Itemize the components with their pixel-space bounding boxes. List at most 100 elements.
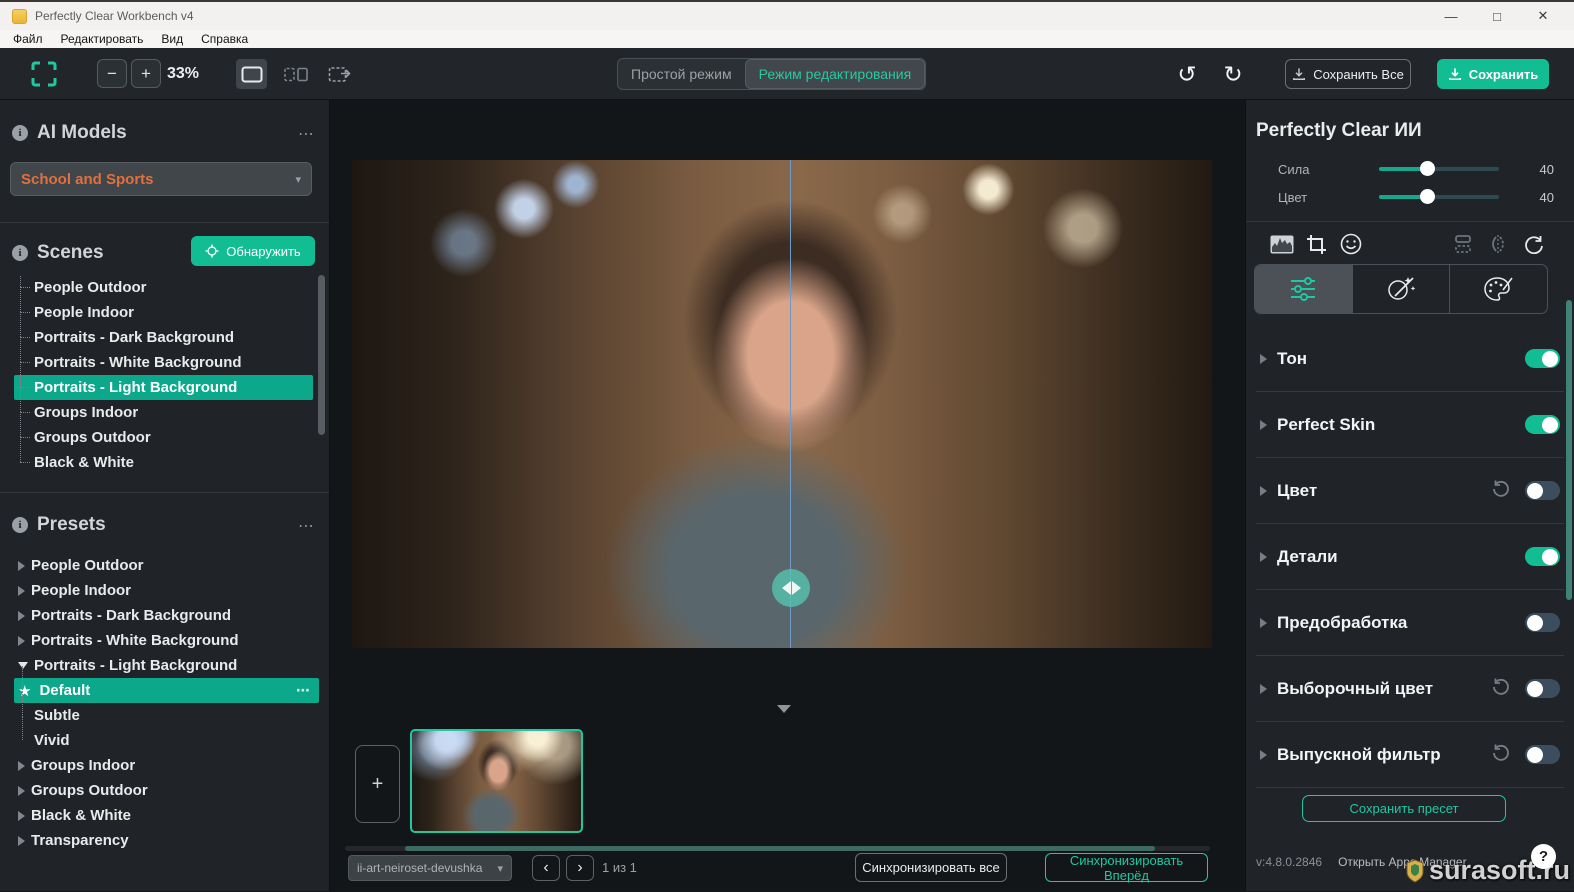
redo-icon[interactable]: ↻ [1216, 57, 1250, 91]
scene-item[interactable]: Portraits - Light Background [14, 375, 313, 400]
preset-item[interactable]: Groups Outdoor [14, 778, 319, 803]
menu-item-0[interactable]: Файл [4, 32, 52, 46]
save-preset-button[interactable]: Сохранить пресет [1302, 795, 1506, 822]
preset-item[interactable]: Portraits - Light Background [14, 653, 319, 678]
chevron-collapsed-icon[interactable] [18, 786, 25, 796]
tab-adjustments[interactable] [1255, 265, 1352, 313]
scene-item[interactable]: Portraits - Dark Background [14, 325, 313, 350]
chevron-collapsed-icon[interactable] [1260, 420, 1267, 430]
scene-item[interactable]: People Outdoor [14, 275, 313, 300]
filmstrip-scrollbar[interactable] [345, 846, 1210, 851]
scene-item[interactable]: Groups Outdoor [14, 425, 313, 450]
preset-item[interactable]: Portraits - White Background [14, 628, 319, 653]
toggle-switch[interactable] [1525, 415, 1560, 434]
single-view-icon[interactable] [236, 59, 267, 89]
menu-item-3[interactable]: Справка [192, 32, 257, 46]
next-image-button[interactable]: › [566, 855, 594, 881]
preset-item[interactable]: Subtle [14, 703, 319, 728]
tab-looks[interactable] [1449, 265, 1547, 313]
chevron-collapsed-icon[interactable] [18, 761, 25, 771]
chevron-collapsed-icon[interactable] [1260, 750, 1267, 760]
reset-icon[interactable] [1491, 676, 1511, 701]
chevron-collapsed-icon[interactable] [18, 586, 25, 596]
close-icon[interactable]: ✕ [1520, 2, 1566, 30]
preset-item[interactable]: Transparency [14, 828, 319, 853]
face-icon[interactable] [1337, 230, 1365, 258]
prev-image-button[interactable]: ‹ [532, 855, 560, 881]
collapse-filmstrip-icon[interactable] [777, 705, 791, 713]
scene-item[interactable]: Portraits - White Background [14, 350, 313, 375]
reset-icon[interactable] [1491, 478, 1511, 503]
slider-thumb[interactable] [1420, 161, 1435, 176]
slider-track[interactable] [1379, 167, 1499, 171]
toggle-switch[interactable] [1525, 547, 1560, 566]
preset-menu-icon[interactable]: ⋯ [296, 682, 311, 699]
info-icon[interactable]: i [12, 125, 28, 141]
chevron-collapsed-icon[interactable] [1260, 684, 1267, 694]
chevron-collapsed-icon[interactable] [1260, 486, 1267, 496]
reset-icon[interactable] [1491, 742, 1511, 767]
sync-all-button[interactable]: Синхронизировать все [855, 853, 1007, 882]
zoom-in-button[interactable]: + [131, 59, 161, 88]
favorite-star-icon[interactable]: ★ [18, 682, 31, 700]
simple-mode-button[interactable]: Простой режим [618, 59, 745, 89]
chevron-expanded-icon[interactable] [18, 662, 28, 669]
preset-item[interactable]: Black & White [14, 803, 319, 828]
chevron-collapsed-icon[interactable] [1260, 618, 1267, 628]
save-button[interactable]: Сохранить [1437, 59, 1549, 89]
ai-models-menu-icon[interactable]: ⋯ [298, 124, 315, 144]
preset-item[interactable]: People Indoor [14, 578, 319, 603]
flip-horizontal-icon[interactable] [1484, 230, 1512, 258]
add-image-button[interactable]: + [355, 745, 400, 823]
tab-retouch[interactable] [1352, 265, 1450, 313]
ai-model-select[interactable]: School and Sports ▾ [10, 162, 312, 196]
toggle-switch[interactable] [1525, 745, 1560, 764]
zoom-out-button[interactable]: − [97, 59, 127, 88]
minimize-icon[interactable]: — [1428, 2, 1474, 30]
scene-item[interactable]: Groups Indoor [14, 400, 313, 425]
preset-item[interactable]: Vivid [14, 728, 319, 753]
edit-mode-button[interactable]: Режим редактирования [745, 59, 926, 89]
chevron-collapsed-icon[interactable] [18, 561, 25, 571]
info-icon[interactable]: i [12, 245, 28, 261]
detect-button[interactable]: Обнаружить [191, 236, 315, 266]
chevron-collapsed-icon[interactable] [1260, 552, 1267, 562]
preset-item[interactable]: Portraits - Dark Background [14, 603, 319, 628]
menu-item-2[interactable]: Вид [152, 32, 192, 46]
help-icon[interactable]: ? [1531, 844, 1556, 869]
panel-scrollbar[interactable] [1566, 300, 1572, 600]
filmstrip-scrollbar-thumb[interactable] [405, 846, 1155, 851]
undo-icon[interactable]: ↺ [1170, 57, 1204, 91]
fit-screen-icon[interactable] [30, 60, 58, 88]
histogram-icon[interactable] [1268, 230, 1296, 258]
chevron-collapsed-icon[interactable] [18, 836, 25, 846]
rotate-icon[interactable] [1520, 230, 1548, 258]
toggle-switch[interactable] [1525, 349, 1560, 368]
scenes-scrollbar[interactable] [318, 275, 325, 435]
slider-track[interactable] [1379, 195, 1499, 199]
split-view-icon[interactable] [280, 59, 311, 89]
before-after-view-icon[interactable] [324, 59, 355, 89]
filmstrip-thumbnail[interactable] [410, 729, 583, 833]
chevron-collapsed-icon[interactable] [18, 636, 25, 646]
preset-item[interactable]: ★Default⋯ [14, 678, 319, 703]
scene-item[interactable]: Black & White [14, 450, 313, 473]
flip-vertical-icon[interactable] [1449, 230, 1477, 258]
maximize-icon[interactable]: □ [1474, 2, 1520, 30]
chevron-collapsed-icon[interactable] [18, 611, 25, 621]
menu-item-1[interactable]: Редактировать [52, 32, 153, 46]
crop-icon[interactable] [1302, 230, 1330, 258]
save-all-button[interactable]: Сохранить Все [1285, 59, 1411, 89]
preview-image[interactable] [352, 160, 1212, 648]
preset-item[interactable]: People Outdoor [14, 553, 319, 578]
toggle-switch[interactable] [1525, 679, 1560, 698]
chevron-collapsed-icon[interactable] [1260, 354, 1267, 364]
chevron-collapsed-icon[interactable] [18, 811, 25, 821]
toggle-switch[interactable] [1525, 613, 1560, 632]
slider-thumb[interactable] [1420, 189, 1435, 204]
sync-forward-button[interactable]: Синхронизировать Вперёд [1045, 853, 1208, 882]
toggle-switch[interactable] [1525, 481, 1560, 500]
presets-menu-icon[interactable]: ⋯ [298, 516, 315, 536]
preset-item[interactable]: Groups Indoor [14, 753, 319, 778]
split-handle[interactable] [772, 569, 810, 607]
